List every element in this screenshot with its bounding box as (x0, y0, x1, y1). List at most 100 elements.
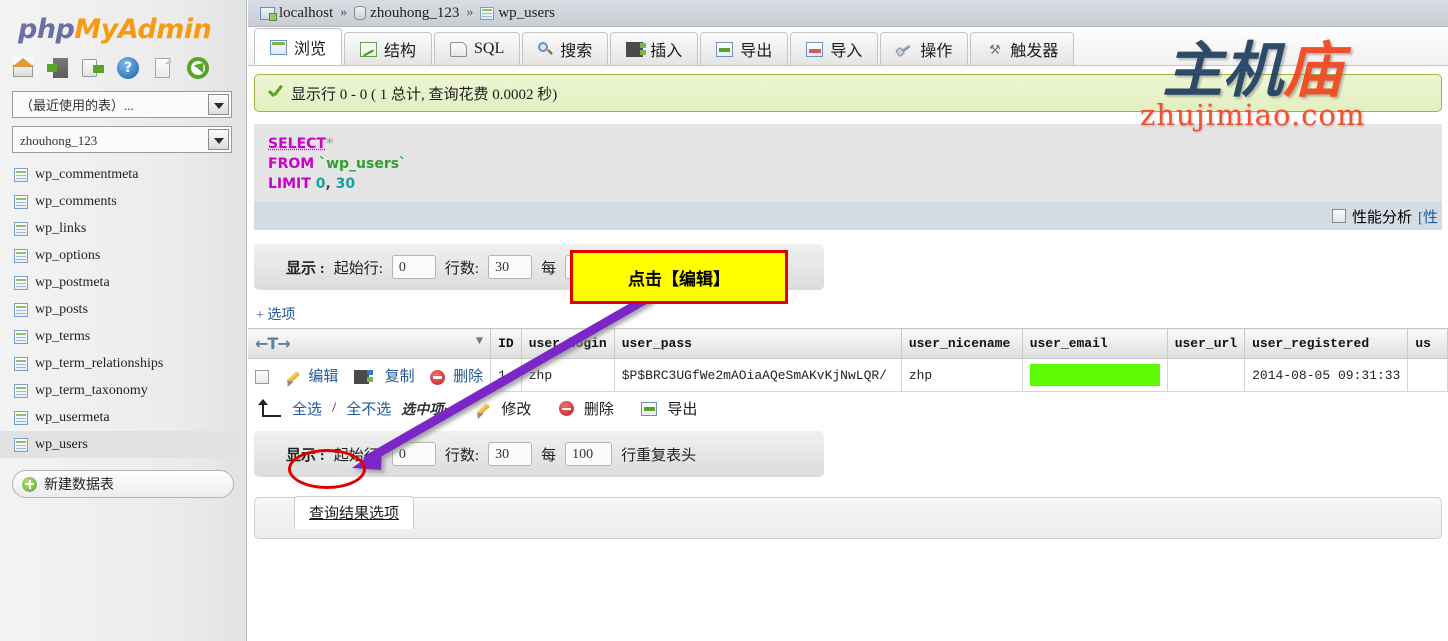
header-user-pass[interactable]: user_pass (613, 328, 902, 359)
exit-icon[interactable] (47, 57, 69, 79)
num-rows-input[interactable]: 30 (488, 442, 533, 466)
sidebar-nav-icons: ? (0, 53, 246, 85)
sidebar-table-wp_postmeta[interactable]: wp_postmeta (0, 269, 246, 296)
sidebar-table-wp_term_relationships[interactable]: wp_term_relationships (0, 350, 246, 377)
chevron-down-icon[interactable] (208, 129, 229, 150)
header-id[interactable]: ID (490, 328, 522, 359)
header-user-login[interactable]: user_login (520, 328, 615, 359)
external-link-icon[interactable] (82, 57, 104, 79)
help-icon[interactable]: ? (117, 57, 139, 79)
start-row-label: 起始行: (333, 260, 383, 277)
options-toggle-link[interactable]: + 选项 (256, 304, 1448, 324)
options-label: + 选项 (256, 308, 296, 323)
table-row: 编辑 复制 删除 1 zhp $P$BRC3UGfWe2mAOiaAQeSmAK… (248, 358, 1448, 392)
show-label: 显示 : (286, 260, 325, 277)
documentation-icon[interactable] (152, 57, 174, 79)
sidebar-table-wp_options[interactable]: wp_options (0, 242, 246, 269)
delete-icon[interactable] (558, 401, 574, 416)
num-rows-label: 行数: (444, 447, 480, 464)
delete-link[interactable]: 删除 (453, 369, 483, 385)
copy-icon[interactable] (354, 370, 374, 385)
sidebar-table-wp_comments[interactable]: wp_comments (0, 188, 246, 215)
chevron-down-icon[interactable]: ▼ (476, 334, 483, 348)
header-us[interactable]: us (1407, 328, 1448, 359)
tab-structure[interactable]: 结构 (344, 32, 433, 65)
home-icon[interactable] (12, 57, 34, 79)
profiling-edit-link[interactable]: [性 (1418, 206, 1438, 227)
query-options-body (254, 497, 1442, 539)
tab-search[interactable]: 搜索 (522, 32, 609, 65)
sql-keyword-from: FROM (268, 156, 315, 172)
sidebar-table-wp_links[interactable]: wp_links (0, 215, 246, 242)
start-row-input[interactable]: 0 (391, 442, 436, 466)
num-rows-input[interactable]: 30 (488, 255, 533, 279)
recent-tables-select[interactable]: （最近使用的表）... (12, 91, 232, 118)
copy-link[interactable]: 复制 (385, 369, 415, 385)
sidebar-table-label: wp_terms (35, 328, 91, 344)
modify-button[interactable]: 修改 (501, 398, 531, 419)
every-label: 每 (541, 447, 557, 464)
header-user-email[interactable]: user_email (1021, 328, 1168, 359)
row-select-checkbox[interactable] (255, 370, 269, 385)
breadcrumb-server[interactable]: localhost (279, 0, 333, 26)
sidebar-table-label: wp_comments (35, 193, 117, 209)
edit-icon[interactable] (285, 369, 301, 385)
tab-sql[interactable]: SQL (434, 32, 521, 65)
select-all-arrow-icon[interactable] (256, 398, 282, 419)
sidebar-table-wp_posts[interactable]: wp_posts (0, 296, 246, 323)
phpmyadmin-logo[interactable]: phpMyAdmin (0, 0, 246, 53)
select-none-link[interactable]: 全不选 (346, 398, 391, 419)
repeat-headers-label: 行重复表头 (621, 447, 697, 464)
query-options-legend[interactable]: 查询结果选项 (294, 496, 415, 529)
start-row-input[interactable]: 0 (391, 255, 436, 279)
table-icon (14, 167, 28, 182)
tab-triggers[interactable]: ⚒ 触发器 (970, 32, 1075, 65)
export-button[interactable]: 导出 (667, 398, 697, 419)
search-icon (538, 41, 553, 57)
cell-user-url (1166, 358, 1246, 392)
chevron-down-icon[interactable] (208, 94, 229, 115)
edit-link[interactable]: 编辑 (308, 369, 338, 385)
tab-insert[interactable]: 插入 (610, 32, 699, 65)
database-select[interactable]: zhouhong_123 (12, 126, 232, 153)
tab-export[interactable]: 导出 (700, 32, 789, 65)
callout-box: 点击【编辑】 (570, 250, 788, 304)
select-all-link[interactable]: 全选 (292, 398, 322, 419)
every-label: 每 (541, 260, 557, 277)
table-icon (14, 221, 28, 236)
tab-browse[interactable]: 浏览 (254, 28, 343, 65)
import-icon (806, 41, 824, 57)
breadcrumb-database[interactable]: zhouhong_123 (370, 0, 459, 26)
header-user-nicename[interactable]: user_nicename (900, 328, 1023, 359)
table-icon (14, 410, 28, 425)
table-icon (14, 356, 28, 371)
sidebar-table-wp_users[interactable]: wp_users (0, 431, 246, 458)
sidebar-table-wp_terms[interactable]: wp_terms (0, 323, 246, 350)
export-icon (716, 41, 734, 57)
sidebar-table-wp_term_taxonomy[interactable]: wp_term_taxonomy (0, 377, 246, 404)
table-icon (14, 329, 28, 344)
headers-every-input[interactable]: 100 (565, 442, 613, 466)
header-user-registered[interactable]: user_registered (1244, 328, 1409, 359)
recent-tables-value: （最近使用的表）... (20, 98, 134, 113)
new-table-button[interactable]: 新建数据表 (12, 470, 234, 498)
breadcrumb-table[interactable]: wp_users (498, 0, 555, 26)
delete-icon[interactable] (430, 369, 446, 385)
refresh-icon[interactable] (187, 57, 209, 79)
edit-icon[interactable] (475, 401, 491, 417)
sql-query-box: SELECT* FROM `wp_users` LIMIT 0, 30 (254, 124, 1442, 202)
sql-limit-count: 30 (335, 176, 356, 192)
tab-label: 导入 (830, 43, 863, 60)
success-check-icon (267, 85, 283, 101)
sort-direction-icon[interactable]: ←T→ (255, 334, 291, 353)
delete-button[interactable]: 删除 (584, 398, 614, 419)
sql-icon (450, 41, 468, 57)
tab-operations[interactable]: 操作 (880, 32, 969, 65)
breadcrumb: localhost » zhouhong_123 » wp_users (248, 0, 1448, 27)
profiling-checkbox[interactable] (1331, 209, 1346, 223)
sidebar-table-wp_commentmeta[interactable]: wp_commentmeta (0, 161, 246, 188)
tab-import[interactable]: 导入 (790, 32, 879, 65)
header-user-url[interactable]: user_url (1166, 328, 1246, 359)
sidebar-table-wp_usermeta[interactable]: wp_usermeta (0, 404, 246, 431)
export-icon[interactable] (641, 401, 658, 416)
